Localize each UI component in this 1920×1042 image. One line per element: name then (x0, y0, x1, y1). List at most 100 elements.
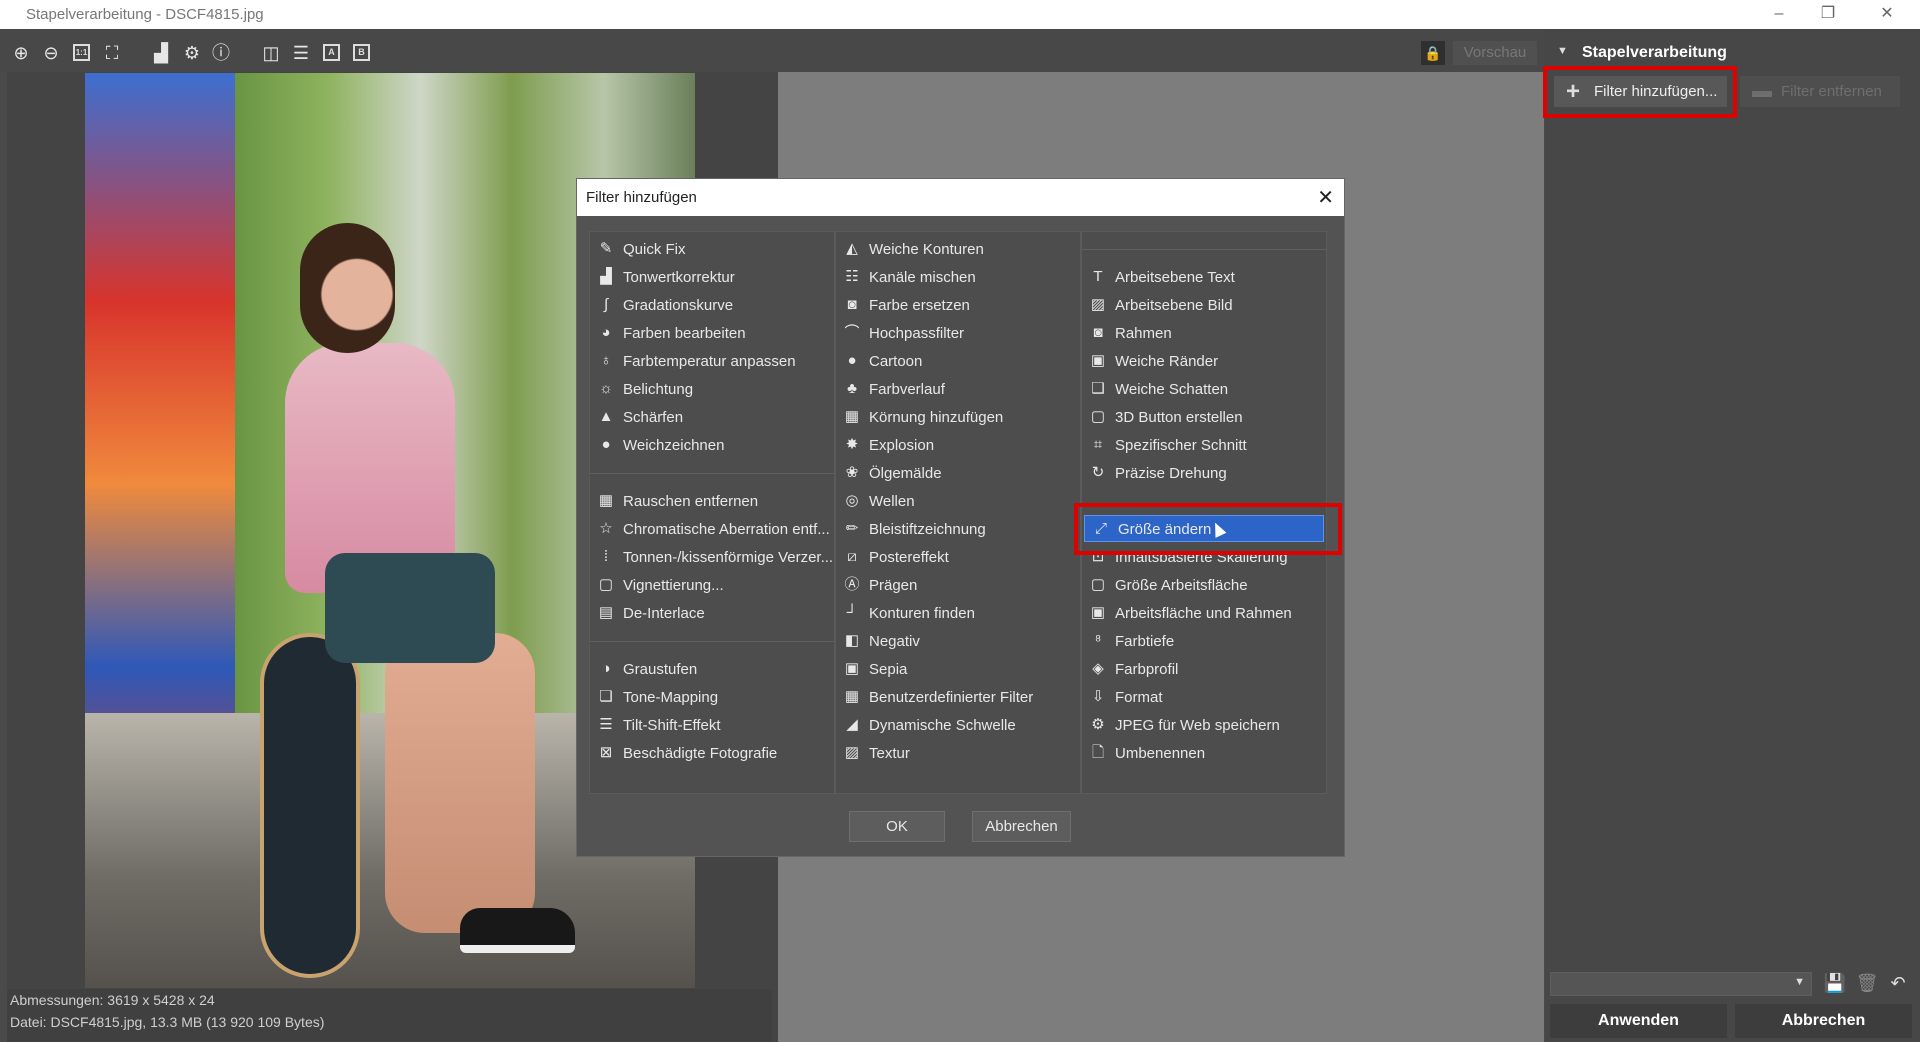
filter-item[interactable]: 🗋 Umbenennen (1082, 740, 1326, 767)
filter-item[interactable]: ✎ Quick Fix (590, 236, 834, 263)
filter-item[interactable]: ⧄ Postereffekt (836, 544, 1080, 571)
damaged-photo-icon: ⊠ (599, 744, 613, 761)
channel-mixer-icon: ☷ (845, 268, 859, 285)
filter-item[interactable]: ☼ Belichtung (590, 376, 834, 403)
lock-icon[interactable]: 🔒 (1421, 41, 1445, 65)
apply-button[interactable]: Anwenden (1550, 1004, 1727, 1038)
remove-filter-button[interactable]: ▬ Filter entfernen (1740, 76, 1900, 107)
chevron-down-icon: ▼ (1794, 976, 1805, 988)
filter-item[interactable]: ⁞ Tonnen-/kissenförmige Verzer... (590, 544, 834, 571)
filter-item[interactable]: ◧ Negativ (836, 628, 1080, 655)
filter-item[interactable]: ✸ Explosion (836, 432, 1080, 459)
filter-item[interactable]: Ⓐ Prägen (836, 572, 1080, 599)
filter-item[interactable]: ❀ Ölgemälde (836, 460, 1080, 487)
filter-item[interactable]: ◙ Rahmen (1082, 320, 1326, 347)
web-save-icon: ⚙ (1091, 716, 1105, 733)
undo-icon[interactable]: ↶ (1886, 971, 1910, 995)
zoom-out-icon[interactable]: ⊖ (39, 41, 63, 65)
filter-item[interactable]: ⚙ JPEG für Web speichern (1082, 712, 1326, 739)
filter-item[interactable]: ▣ Arbeitsfläche und Rahmen (1082, 600, 1326, 627)
save-icon[interactable]: 💾 (1823, 971, 1847, 995)
filter-item[interactable]: ⊠ Beschädigte Fotografie (590, 740, 834, 767)
filter-item[interactable]: ▦ Rauschen entfernen (590, 488, 834, 515)
color-depth-icon: ⁸ (1094, 632, 1102, 649)
dialog-cancel-button[interactable]: Abbrechen (972, 811, 1071, 842)
filter-item[interactable]: ● Weichzeichnen (590, 432, 834, 459)
filter-item[interactable]: ◎ Wellen (836, 488, 1080, 515)
actual-size-icon[interactable]: 1:1 (73, 44, 90, 61)
filter-item[interactable]: ▦ Körnung hinzufügen (836, 404, 1080, 431)
sidebar-header[interactable]: ▼ Stapelverarbeitung (1545, 40, 1920, 68)
info-icon[interactable]: ⓘ (209, 41, 233, 65)
filter-item[interactable]: ▢ Vignettierung... (590, 572, 834, 599)
filter-item[interactable]: ♁ Farbtemperatur anpassen (590, 348, 834, 375)
text-layer-icon: T (1093, 268, 1103, 285)
divider (1082, 249, 1326, 250)
bulb-icon: ♁ (600, 352, 612, 369)
star-icon: ☆ (599, 520, 613, 537)
filter-item[interactable]: ┘ Konturen finden (836, 600, 1080, 627)
filter-item[interactable]: ∫ Gradationskurve (590, 292, 834, 319)
zoom-in-icon[interactable]: ⊕ (9, 41, 33, 65)
filter-item[interactable]: ◕ Farben bearbeiten (590, 320, 834, 347)
view-a-icon[interactable]: A (323, 44, 340, 61)
split-vertical-icon[interactable]: ◫ (259, 41, 283, 65)
filter-item[interactable]: ⇩ Format (1082, 684, 1326, 711)
preview-button[interactable]: Vorschau (1453, 41, 1537, 65)
filter-item[interactable]: ♣ Farbverlauf (836, 376, 1080, 403)
filter-item[interactable]: ❑ Weiche Schatten (1082, 376, 1326, 403)
settings-gear-icon[interactable]: ⚙ (180, 41, 204, 65)
filter-item[interactable]: ◈ Farbprofil (1082, 656, 1326, 683)
filter-item[interactable]: ☷ Kanäle mischen (836, 264, 1080, 291)
filter-item[interactable]: ▢ Größe Arbeitsfläche (1082, 572, 1326, 599)
filter-item[interactable]: ◙ Farbe ersetzen (836, 292, 1080, 319)
distortion-grid-icon: ⁞ (603, 548, 609, 565)
preset-select[interactable]: ▼ (1550, 972, 1812, 996)
fit-to-window-icon[interactable]: ⛶ (100, 41, 124, 65)
filter-item[interactable]: ▦ Benutzerdefinierter Filter (836, 684, 1080, 711)
filter-item[interactable]: ⌒ Hochpassfilter (836, 320, 1080, 347)
filter-item[interactable]: ◢ Dynamische Schwelle (836, 712, 1080, 739)
ok-button[interactable]: OK (849, 811, 945, 842)
negative-icon: ◧ (844, 632, 860, 649)
minimize-icon[interactable]: – (1768, 4, 1790, 24)
filter-item[interactable]: ☆ Chromatische Aberration entf... (590, 516, 834, 543)
filter-item[interactable]: ✏ Bleistiftzeichnung (836, 516, 1080, 543)
filter-item[interactable]: ☰ Tilt-Shift-Effekt (590, 712, 834, 739)
triangle-icon: ▲ (598, 408, 614, 425)
filter-item[interactable]: ● Cartoon (836, 348, 1080, 375)
close-window-icon[interactable]: ✕ (1876, 4, 1898, 24)
filter-item[interactable]: ▢ 3D Button erstellen (1082, 404, 1326, 431)
filter-item[interactable]: ⌗ Spezifischer Schnitt (1082, 432, 1326, 459)
filter-item[interactable]: T Arbeitsebene Text (1082, 264, 1326, 291)
histogram-icon[interactable]: ▟ (149, 41, 173, 65)
view-b-icon[interactable]: B (353, 44, 370, 61)
window-titlebar: Stapelverarbeitung - DSCF4815.jpg – ❐ ✕ (0, 0, 1920, 29)
drop-icon: ● (601, 436, 611, 453)
collapse-arrow-icon[interactable]: ▼ (1557, 45, 1568, 57)
emboss-icon: Ⓐ (844, 576, 860, 593)
filter-item[interactable]: ▨ Textur (836, 740, 1080, 767)
highlight-box-selected-filter (1074, 503, 1342, 555)
filter-item[interactable]: ◑ Graustufen (590, 656, 834, 683)
trash-icon[interactable]: 🗑 (1855, 971, 1879, 995)
split-horizontal-icon[interactable]: ☰ (289, 41, 313, 65)
filter-item[interactable]: ▨ Arbeitsebene Bild (1082, 292, 1326, 319)
cancel-button[interactable]: Abbrechen (1735, 1004, 1912, 1038)
filter-item[interactable]: ▣ Weiche Ränder (1082, 348, 1326, 375)
filter-item[interactable]: ↻ Präzise Drehung (1082, 460, 1326, 487)
texture-icon: ▨ (844, 744, 860, 761)
skateboard (260, 633, 360, 978)
dialog-close-icon[interactable]: ✕ (1317, 185, 1334, 210)
format-icon: ⇩ (1091, 688, 1105, 705)
filter-item[interactable]: ▤ De-Interlace (590, 600, 834, 627)
filter-item[interactable]: ⁸ Farbtiefe (1082, 628, 1326, 655)
filter-item[interactable]: ▟ Tonwertkorrektur (590, 264, 834, 291)
filter-item[interactable]: ❏ Tone-Mapping (590, 684, 834, 711)
highlight-box-add-filter (1543, 66, 1737, 118)
restore-icon[interactable]: ❐ (1817, 4, 1839, 24)
filter-item[interactable]: ▲ Schärfen (590, 404, 834, 431)
filter-item[interactable]: ▣ Sepia (836, 656, 1080, 683)
soft-edges-icon: ▣ (1090, 352, 1106, 369)
filter-item[interactable]: ◭ Weiche Konturen (836, 236, 1080, 263)
